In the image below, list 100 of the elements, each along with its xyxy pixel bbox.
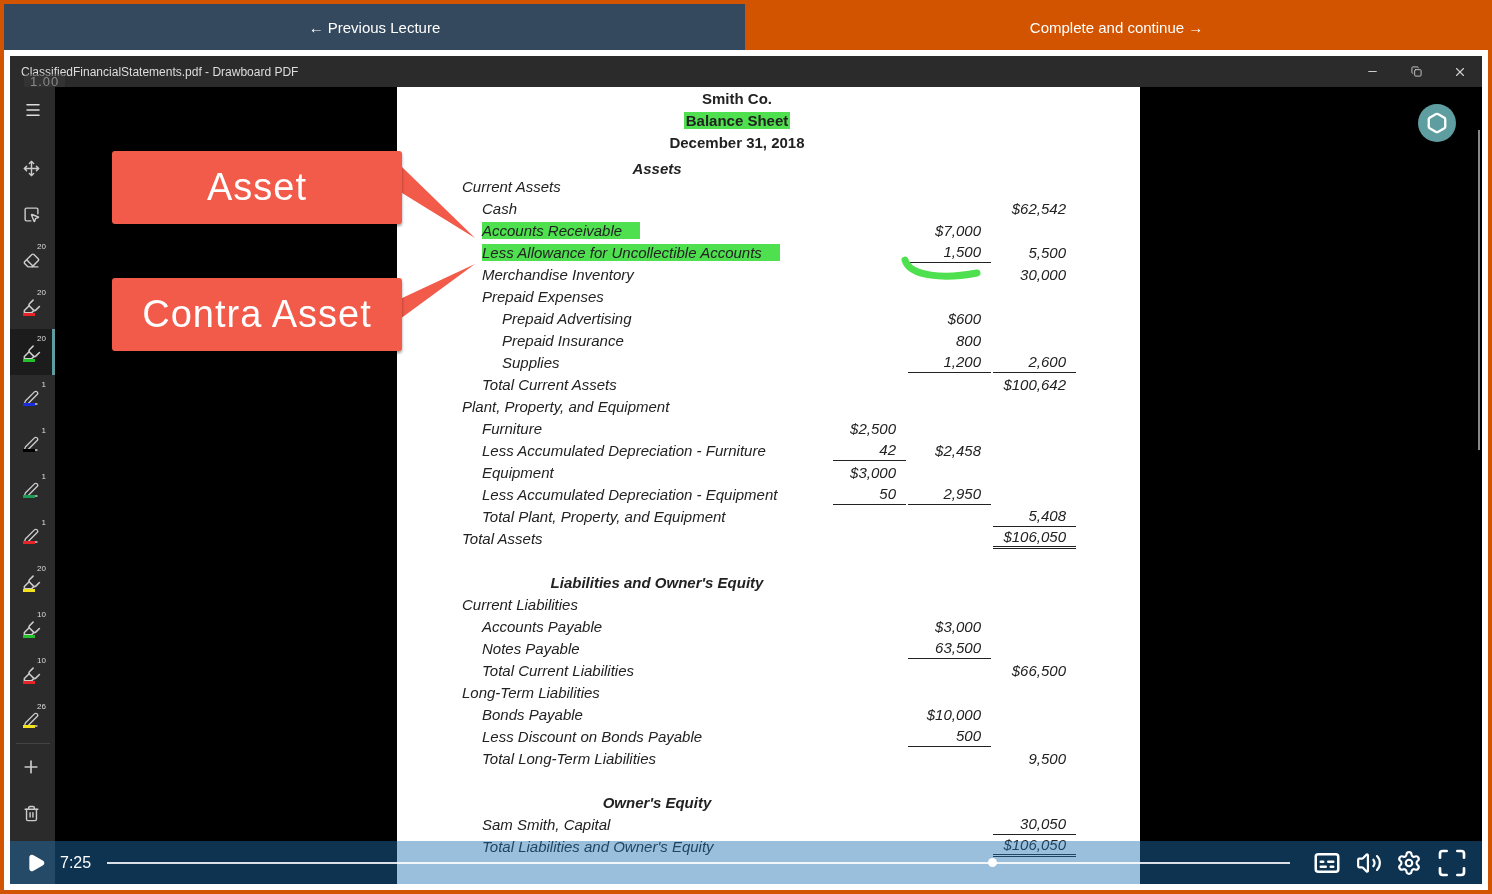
amount: $3,000 [849,462,897,483]
amount: $3,000 [934,616,982,637]
pen-icon [23,528,39,544]
play-button[interactable] [26,852,46,873]
line-item-label: Total Current Assets [482,375,617,393]
line-item-label: Less Allowance for Uncollectible Accounts [482,243,780,261]
size-label: 1 [41,472,46,481]
amount: 9,500 [1027,748,1067,769]
tool-button[interactable]: 10 [10,605,55,651]
tool-button[interactable]: 1 [10,421,55,467]
size-label: 10 [37,656,46,665]
hexagon-icon [1426,112,1448,134]
size-label: 20 [37,288,46,297]
complete-continue-button[interactable]: Complete and continue → [745,4,1488,50]
amount: $7,000 [934,220,982,241]
line-item-label: Less Discount on Bonds Payable [482,727,703,745]
line-item-label: Long-Term Liabilities [462,683,600,701]
size-label: 20 [37,564,46,573]
pen-icon [23,436,39,452]
tool-button[interactable]: 1 [10,375,55,421]
move-icon [22,159,40,177]
size-label: 1 [41,518,46,527]
line-item-label: Less Accumulated Depreciation - Equipment [482,485,778,503]
tool-button[interactable]: 20 [10,559,55,605]
line-item-label: Current Liabilities [462,595,578,613]
progress-track[interactable] [107,861,1290,864]
tool-button[interactable]: 26 [10,697,55,743]
line-item-label: Accounts Payable [482,617,603,635]
line-item-label: Cash [482,199,518,217]
line-item-label: Current Assets [462,177,561,195]
tool-button[interactable]: 20 [10,237,55,283]
line-item-label: Total Liabilities and Owner's Equity [482,837,714,855]
amount: $100,642 [1002,374,1067,395]
line-item-label: Furniture [482,419,543,437]
size-label: 20 [37,242,46,251]
amount: 50 [833,483,906,505]
amount: 1,200 [908,351,991,373]
trash-icon [22,804,40,822]
line-item-label: Total Current Liabilities [482,661,635,679]
tool-button[interactable]: 1 [10,513,55,559]
settings-button[interactable] [1396,849,1422,876]
amount: 500 [908,725,991,747]
amount: $106,050 [993,527,1076,549]
previous-lecture-button[interactable]: ← Previous Lecture [4,4,745,50]
line-item-label: Merchandise Inventory [482,265,634,283]
amount: 800 [954,330,982,351]
amount: $2,500 [849,418,897,439]
tool-button[interactable]: 10 [10,651,55,697]
marker-icon [21,296,41,316]
line-item-label: Total Long-Term Liabilities [482,749,656,767]
pen-icon [23,482,39,498]
amount: $62,542 [1010,198,1067,219]
amount: 30,000 [1019,264,1067,285]
document-title: Smith Co. [701,89,773,107]
amount: 5,500 [1027,242,1067,263]
line-item-label: Sam Smith, Capital [482,815,611,833]
amount: $10,000 [925,704,982,725]
line-item-label: Prepaid Advertising [502,309,632,327]
section-heading: Liabilities and Owner's Equity [549,573,765,591]
marker-icon [21,342,41,362]
scrollbar[interactable] [1478,130,1480,450]
section-heading: Assets [631,159,683,177]
restore-icon [1410,66,1422,77]
amount: 5,408 [993,505,1076,527]
playback-time: 7:25 [60,853,92,872]
hexagon-button[interactable] [1418,104,1456,142]
line-item-label: Total Assets [462,529,543,547]
document-title: December 31, 2018 [668,133,806,151]
size-label: 1 [41,426,46,435]
marker-icon [21,572,41,592]
line-item-label: Total Plant, Property, and Equipment [482,507,726,525]
amount: $106,050 [993,835,1076,857]
line-item-label: Equipment [482,463,554,481]
size-label: 10 [37,610,46,619]
tool-button[interactable]: 20 [10,329,55,375]
size-label: 20 [37,334,46,343]
amount: 2,950 [908,483,991,505]
line-item-label: Less Accumulated Depreciation - Furniture [482,441,766,459]
amount: $600 [946,308,982,329]
line-item-label: Bonds Payable [482,705,583,723]
section-heading: Owner's Equity [601,793,713,811]
size-label: 1 [41,380,46,389]
line-item-label: Accounts Receivable [482,221,641,239]
amount: 42 [833,439,906,461]
select-icon [22,205,40,223]
menu-icon [23,101,42,119]
line-item-label: Plant, Property, and Equipment [462,397,670,415]
line-item-label: Prepaid Expenses [482,287,604,305]
amount: 1,500 [908,241,991,263]
eraser-icon [22,251,40,269]
marker-icon [21,664,41,684]
amount: 2,600 [993,351,1076,373]
pen-icon [23,712,39,728]
tool-button[interactable]: 1 [10,467,55,513]
amount: 30,050 [993,813,1076,835]
progress-thumb[interactable] [987,857,997,867]
tool-button[interactable]: 20 [10,283,55,329]
amount: 63,500 [908,637,991,659]
line-item-label: Prepaid Insurance [502,331,624,349]
amount: $66,500 [1010,660,1067,681]
